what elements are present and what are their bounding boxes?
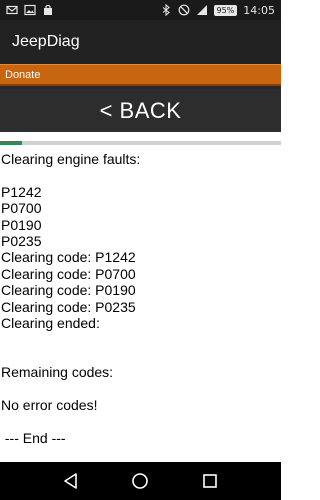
back-button-label: < BACK [99, 97, 182, 123]
status-left [6, 4, 54, 16]
nav-home-button[interactable] [129, 470, 151, 492]
log-line: Clearing ended: [1, 314, 100, 331]
signal-icon [196, 4, 208, 16]
log-line: Remaining codes: [1, 364, 114, 381]
app-bar: JeepDiag [0, 20, 281, 64]
bluetooth-icon [160, 4, 172, 16]
log-line: P1242 [1, 183, 42, 200]
progress-fill [0, 141, 23, 145]
back-triangle-icon [64, 473, 77, 489]
home-circle-icon [132, 473, 149, 489]
log-line: Clearing code: P0700 [1, 265, 136, 282]
status-right: 95% 14:05 [160, 4, 275, 17]
app-title: JeepDiag [12, 33, 80, 50]
progress-bar [0, 141, 281, 145]
log-line: Clearing engine faults: [1, 151, 141, 167]
do-not-disturb-icon [178, 4, 190, 16]
log-line: Clearing code: P0190 [1, 282, 136, 299]
nav-recents-button[interactable] [199, 470, 221, 492]
mail-icon [6, 4, 18, 16]
status-bar: 95% 14:05 [0, 0, 281, 20]
log-output: Clearing engine faults: P1242 P0700 P0190 P0… [1, 151, 279, 446]
bag-icon [42, 4, 54, 16]
status-clock: 14:05 [243, 3, 275, 17]
donate-button[interactable]: Donate [0, 64, 281, 86]
recents-square-icon [203, 474, 217, 488]
log-line: P0235 [1, 232, 42, 249]
back-button[interactable]: < BACK [0, 89, 281, 132]
log-line: --- End --- [1, 429, 66, 446]
donate-label: Donate [5, 68, 41, 81]
nav-back-button[interactable] [60, 470, 82, 492]
log-line: P0190 [1, 216, 42, 233]
log-line: Clearing code: P0235 [1, 298, 136, 315]
navigation-bar [0, 462, 281, 500]
log-line: Clearing code: P1242 [1, 249, 136, 266]
log-line: No error codes! [1, 396, 98, 413]
battery-indicator: 95% [213, 4, 238, 16]
log-line: P0700 [1, 200, 42, 217]
image-icon [24, 4, 36, 16]
